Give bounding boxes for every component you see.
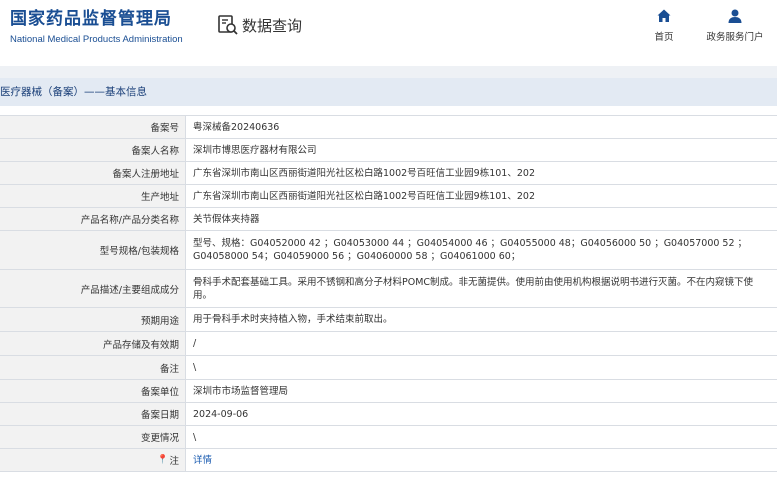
section-title: 医疗器械（备案）——基本信息	[0, 78, 777, 106]
details-link[interactable]: 详情	[193, 454, 212, 467]
row-label: 备案日期	[0, 403, 186, 425]
row-label: 产品名称/产品分类名称	[0, 208, 186, 230]
table-row: 备案人名称 深圳市博思医疗器材有限公司	[0, 139, 777, 162]
table-row: 备案人注册地址 广东省深圳市南山区西丽街道阳光社区松白路1002号百旺信工业园9…	[0, 162, 777, 185]
logo-chinese-name: 国家药品监督管理局	[10, 9, 172, 29]
row-value: 详情	[186, 449, 777, 471]
header-divider-band	[0, 66, 777, 78]
row-value: \	[193, 362, 197, 373]
table-row: 备注 \	[0, 356, 777, 380]
table-row: 📍 注 详情	[0, 449, 777, 472]
row-label: 生产地址	[0, 185, 186, 207]
document-search-icon	[218, 15, 238, 35]
row-label: 备案人名称	[0, 139, 186, 161]
table-row: 备案日期 2024-09-06	[0, 403, 777, 426]
row-label: 预期用途	[0, 308, 186, 331]
row-label: 产品描述/主要组成成分	[0, 270, 186, 307]
row-label: 备案单位	[0, 380, 186, 402]
home-icon	[657, 9, 671, 22]
data-query-title: 数据查询	[242, 16, 303, 35]
logo-english-name: National Medical Products Administration	[10, 34, 183, 45]
row-value: \	[193, 431, 197, 443]
row-label: 备案人注册地址	[0, 162, 186, 184]
user-icon	[728, 9, 742, 23]
row-value: 深圳市博思医疗器材有限公司	[193, 144, 317, 156]
nav-gov-service-portal[interactable]: 政务服务门户	[703, 8, 767, 43]
site-logo[interactable]: 国家药品监督管理局 National Medical Products Admi…	[10, 8, 183, 45]
row-value: 广东省深圳市南山区西丽街道阳光社区松白路1002号百旺信工业园9栋101、202	[193, 167, 535, 179]
detail-table: 备案号 粤深械备20240636 备案人名称 深圳市博思医疗器材有限公司 备案人…	[0, 115, 777, 472]
row-value: 用于骨科手术时夹持植入物，手术结束前取出。	[193, 314, 393, 325]
row-value: 粤深械备20240636	[193, 121, 280, 133]
row-value: /	[193, 338, 197, 349]
table-row: 备案单位 深圳市市场监督管理局	[0, 380, 777, 403]
row-label: 备案号	[0, 116, 186, 138]
row-label: 备注	[0, 356, 186, 379]
nav-home[interactable]: 首页	[650, 8, 678, 43]
row-label: 变更情况	[0, 426, 186, 448]
nav-gov-service-label: 政务服务门户	[706, 32, 764, 43]
table-row: 产品存储及有效期 /	[0, 332, 777, 356]
row-label: 型号规格/包装规格	[0, 231, 186, 269]
note-label-text: 注	[169, 456, 179, 467]
table-row: 备案号 粤深械备20240636	[0, 116, 777, 139]
table-row: 产品描述/主要组成成分 骨科手术配套基础工具。采用不锈钢和高分子材料POMC制成…	[0, 270, 777, 308]
table-row: 生产地址 广东省深圳市南山区西丽街道阳光社区松白路1002号百旺信工业园9栋10…	[0, 185, 777, 208]
table-row: 产品名称/产品分类名称 关节假体夹持器	[0, 208, 777, 231]
site-header: 国家药品监督管理局 National Medical Products Admi…	[0, 0, 777, 60]
row-value: 深圳市市场监督管理局	[193, 385, 289, 397]
note-row-label: 📍 注	[0, 449, 186, 471]
row-value: 骨科手术配套基础工具。采用不锈钢和高分子材料POMC制成。非无菌提供。使用前由使…	[193, 276, 754, 301]
row-label: 产品存储及有效期	[0, 332, 186, 355]
data-query-heading: 数据查询	[217, 14, 302, 36]
row-value: 广东省深圳市南山区西丽街道阳光社区松白路1002号百旺信工业园9栋101、202	[193, 190, 535, 202]
row-value: 2024-09-06	[193, 408, 249, 420]
pin-icon: 📍	[157, 455, 169, 465]
table-row: 型号规格/包装规格 型号、规格：G04052000 42 ；G04053000 …	[0, 231, 777, 270]
nav-home-label: 首页	[654, 32, 674, 43]
table-row: 变更情况 \	[0, 426, 777, 449]
row-value: 型号、规格：G04052000 42 ；G04053000 44 ；G04054…	[193, 238, 748, 262]
row-value: 关节假体夹持器	[193, 213, 260, 225]
table-row: 预期用途 用于骨科手术时夹持植入物，手术结束前取出。	[0, 308, 777, 332]
